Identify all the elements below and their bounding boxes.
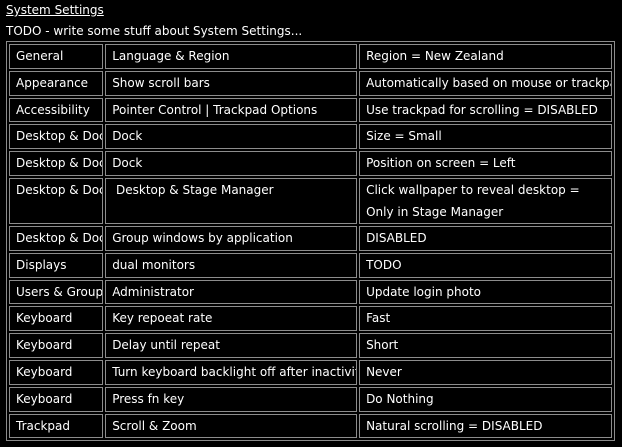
value-line: Region = New Zealand [366,49,504,63]
value-cell: Use trackpad for scrolling = DISABLED [359,97,612,123]
value-cell: Natural scrolling = DISABLED [359,413,612,439]
category-cell: Displays [9,252,104,278]
value-cell: Click wallpaper to reveal desktop = Only … [359,177,612,224]
table-row: Appearance Show scroll bars Automatically … [9,70,612,96]
value-line: Update login photo [366,284,481,299]
category-cell: Trackpad [9,413,104,439]
table-row: Desktop & Dock Dock Position on screen = L… [9,151,612,176]
category-cell: General [9,44,104,69]
value-cell: Fast [359,306,612,332]
setting-cell: dual monitors [105,252,358,278]
value-line: TODO [366,257,402,272]
category-cell: Appearance [9,70,104,96]
setting-cell: Dock [105,151,358,176]
page-title-link[interactable]: System Settings [6,2,104,18]
value-line: Never [366,364,402,379]
setting-cell: Desktop & Stage Manager [105,177,358,224]
value-cell: Never [359,359,612,385]
setting-cell: Press fn key [105,386,358,412]
value-line: Click wallpaper to reveal desktop = [366,182,580,197]
setting-cell: Group windows by application [105,225,358,251]
value-cell: Position on screen = Left [359,151,612,176]
value-line: Automatically based on mouse or trackpad [366,75,612,90]
value-cell: DISABLED [359,225,612,251]
table-row: Desktop & Dock Dock Size = Small [9,124,612,150]
setting-cell: Key repoeat rate [105,306,358,332]
category-cell: Desktop & Dock [9,177,104,224]
table-row: Keyboard Turn keyboard backlight off afte… [9,359,612,385]
table-row: Users & Groups Administrator Update login … [9,279,612,305]
category-cell: Desktop & Dock [9,124,104,150]
value-cell: Do Nothing [359,386,612,412]
table-row: Desktop & Dock Desktop & Stage Manager Cl… [9,177,612,224]
table-row: Desktop & Dock Group windows by applicati… [9,225,612,251]
value-line: Use trackpad for scrolling = DISABLED [366,102,598,117]
table-row: Trackpad Scroll & Zoom Natural scrolling =… [9,413,612,439]
setting-cell: Language & Region [105,44,358,69]
value-cell: Automatically based on mouse or trackpad [359,70,612,96]
category-cell: Accessibility [9,97,104,123]
setting-cell: Scroll & Zoom [105,413,358,439]
value-line: Size = Small [366,129,442,144]
category-cell: Keyboard [9,333,104,358]
setting-cell: Pointer Control | Trackpad Options [105,97,358,123]
settings-table-body: General Language & Region Region = New Zea… [9,44,612,439]
intro-text: TODO - write some stuff about System Set… [6,24,303,38]
value-line: Do Nothing [366,391,434,406]
setting-cell: Delay until repeat [105,333,358,358]
setting-cell: Show scroll bars [105,70,358,96]
value-cell: Size = Small [359,124,612,150]
table-row: Keyboard Press fn key Do Nothing [9,386,612,412]
category-cell: Desktop & Dock [9,225,104,251]
table-row: Keyboard Delay until repeat Short [9,333,612,358]
setting-cell: Administrator [105,279,358,305]
value-line: Only in Stage Manager [366,204,504,219]
value-line: Position on screen = Left [366,156,516,171]
value-cell: TODO [359,252,612,278]
value-line: Short [366,338,399,353]
value-line: DISABLED [366,230,427,245]
category-cell: Keyboard [9,359,104,385]
category-cell: Keyboard [9,386,104,412]
setting-cell: Dock [105,124,358,150]
category-cell: Users & Groups [9,279,104,305]
value-cell: Region = New Zealand [359,44,612,69]
category-cell: Keyboard [9,306,104,332]
table-row: General Language & Region Region = New Zea… [9,44,612,69]
table-row: Accessibility Pointer Control | Trackpad … [9,97,612,123]
settings-table: General Language & Region Region = New Zea… [6,41,615,442]
table-row: Keyboard Key repoeat rate Fast [9,306,612,332]
table-row: Displays dual monitors TODO [9,252,612,278]
value-cell: Update login photo [359,279,612,305]
setting-cell: Turn keyboard backlight off after inacti… [105,359,358,385]
value-line: Fast [366,311,391,326]
category-cell: Desktop & Dock [9,151,104,176]
value-line: Natural scrolling = DISABLED [366,418,543,433]
value-cell: Short [359,333,612,358]
